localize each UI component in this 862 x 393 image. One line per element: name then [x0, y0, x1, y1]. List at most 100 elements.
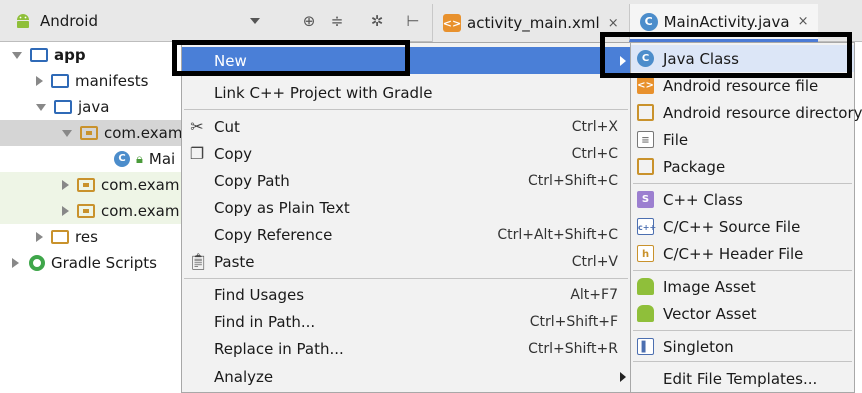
- submenu-item-singleton[interactable]: ▌ Singleton: [631, 333, 854, 360]
- menu-shortcut: Ctrl+Shift+R: [528, 340, 618, 357]
- tree-item-java[interactable]: java: [0, 94, 200, 120]
- file-icon: ≡: [637, 131, 654, 148]
- tree-item-main-activity[interactable]: C 🔒︎ Mai: [0, 146, 200, 172]
- tree-item-res[interactable]: res: [0, 224, 200, 250]
- menu-item-label: Find Usages: [214, 285, 305, 304]
- cpp-header-icon: h: [637, 245, 654, 262]
- menu-item-find-in-path[interactable]: Find in Path... Ctrl+Shift+F: [182, 308, 630, 335]
- tree-item-package[interactable]: com.exam: [0, 172, 200, 198]
- submenu-item-package[interactable]: Package: [631, 153, 854, 180]
- menu-separator: [184, 109, 628, 110]
- submenu-item-file[interactable]: ≡ File: [631, 126, 854, 153]
- menu-item-label: Image Asset: [663, 277, 756, 296]
- sync-target-icon[interactable]: ⊕: [300, 12, 318, 30]
- submenu-item-cpp-source-file[interactable]: c++ C/C++ Source File: [631, 213, 854, 240]
- project-view-selector[interactable]: Android: [4, 6, 268, 36]
- java-class-icon: C: [114, 151, 130, 167]
- menu-item-label: Copy as Plain Text: [214, 198, 350, 217]
- tree-item-label: com.exam: [101, 176, 180, 194]
- menu-item-copy-reference[interactable]: Copy Reference Ctrl+Alt+Shift+C: [182, 221, 630, 248]
- gear-icon[interactable]: ✲: [368, 12, 386, 30]
- menu-item-copy-plain-text[interactable]: Copy as Plain Text: [182, 194, 630, 221]
- submenu-item-edit-file-templates[interactable]: Edit File Templates...: [631, 365, 854, 392]
- collapse-arrow-icon[interactable]: [62, 206, 69, 216]
- scissors-icon: ✂: [190, 116, 204, 136]
- tree-item-package[interactable]: com.exam: [0, 120, 200, 146]
- menu-item-copy-path[interactable]: Copy Path Ctrl+Shift+C: [182, 167, 630, 194]
- collapse-arrow-icon[interactable]: [62, 180, 69, 190]
- gradle-icon: [29, 255, 45, 271]
- tree-item-manifests[interactable]: manifests: [0, 68, 200, 94]
- menu-item-link-cpp[interactable]: Link C++ Project with Gradle: [182, 79, 630, 106]
- submenu-item-image-asset[interactable]: Image Asset: [631, 273, 854, 300]
- menu-item-label: New: [214, 51, 247, 70]
- cpp-class-icon: S: [637, 191, 654, 208]
- menu-item-label: File: [663, 130, 689, 149]
- menu-item-paste[interactable]: 📋︎ Paste Ctrl+V: [182, 248, 630, 275]
- menu-item-analyze[interactable]: Analyze: [182, 363, 630, 390]
- menu-shortcut: Ctrl+Alt+Shift+C: [497, 226, 618, 243]
- submenu-item-android-resource-file[interactable]: <> Android resource file: [631, 72, 854, 99]
- menu-shortcut: Ctrl+Shift+F: [529, 313, 618, 330]
- submenu-arrow-icon: [620, 371, 626, 382]
- java-class-icon: C: [639, 12, 658, 31]
- submenu-item-vector-asset[interactable]: Vector Asset: [631, 300, 854, 327]
- tab-main-activity-java[interactable]: C MainActivity.java ×: [628, 4, 819, 42]
- android-icon: [637, 305, 654, 322]
- folder-icon: [51, 74, 69, 88]
- hide-panel-icon[interactable]: ⊢: [404, 12, 422, 30]
- tree-item-package[interactable]: com.exam: [0, 198, 200, 224]
- menu-item-replace-in-path[interactable]: Replace in Path... Ctrl+Shift+R: [182, 335, 630, 362]
- tree-item-label: java: [78, 98, 110, 116]
- submenu-item-java-class[interactable]: C Java Class: [631, 45, 854, 72]
- paste-icon: 📋︎: [188, 251, 209, 271]
- collapse-icon[interactable]: ≑: [328, 12, 346, 30]
- submenu-item-cpp-header-file[interactable]: h C/C++ Header File: [631, 240, 854, 267]
- close-icon[interactable]: ×: [798, 14, 809, 29]
- submenu-item-cpp-class[interactable]: S C++ Class: [631, 186, 854, 213]
- chevron-down-icon: [250, 18, 260, 24]
- xml-file-icon: <>: [443, 14, 461, 32]
- menu-shortcut: Ctrl+X: [571, 118, 618, 135]
- tree-item-label: com.exam: [104, 124, 183, 142]
- tree-item-app[interactable]: app: [0, 42, 200, 68]
- menu-separator: [633, 330, 852, 331]
- menu-item-label: Copy: [214, 144, 253, 163]
- menu-shortcut: Ctrl+C: [571, 145, 618, 162]
- expand-arrow-icon[interactable]: [36, 103, 46, 111]
- package-icon: [77, 204, 95, 218]
- menu-separator: [633, 361, 852, 362]
- menu-item-label: Java Class: [663, 49, 739, 68]
- tree-item-label: Mai: [148, 150, 176, 168]
- tree-item-label: res: [75, 228, 98, 246]
- package-icon: [80, 126, 98, 140]
- project-tree: app manifests java com.exam C 🔒︎ Mai com…: [0, 42, 200, 393]
- collapse-arrow-icon[interactable]: [12, 258, 19, 268]
- package-icon: [77, 178, 95, 192]
- expand-arrow-icon[interactable]: [62, 129, 72, 137]
- lock-icon: 🔒︎: [136, 151, 143, 167]
- menu-item-copy[interactable]: ❐ Copy Ctrl+C: [182, 140, 630, 167]
- menu-item-new[interactable]: New: [182, 47, 630, 74]
- menu-item-cut[interactable]: ✂ Cut Ctrl+X: [182, 113, 630, 140]
- project-view-label: Android: [40, 12, 98, 30]
- android-icon: [17, 14, 29, 28]
- tab-label: MainActivity.java: [663, 12, 790, 31]
- menu-item-label: Vector Asset: [663, 304, 757, 323]
- tree-item-gradle-scripts[interactable]: Gradle Scripts: [0, 250, 200, 276]
- menu-separator: [184, 278, 628, 279]
- submenu-item-android-resource-directory[interactable]: Android resource directory: [631, 99, 862, 126]
- context-menu: New Link C++ Project with Gradle ✂ Cut C…: [181, 42, 631, 393]
- menu-item-find-usages[interactable]: Find Usages Alt+F7: [182, 281, 630, 308]
- close-icon[interactable]: ×: [608, 16, 619, 31]
- menu-item-label: Singleton: [663, 337, 734, 356]
- collapse-arrow-icon[interactable]: [36, 76, 43, 86]
- java-class-icon: C: [637, 50, 654, 67]
- singleton-icon: ▌: [637, 338, 654, 355]
- tab-activity-main-xml[interactable]: <> activity_main.xml ×: [432, 4, 629, 42]
- collapse-arrow-icon[interactable]: [36, 232, 43, 242]
- expand-arrow-icon[interactable]: [12, 51, 22, 59]
- cpp-source-icon: c++: [637, 218, 656, 235]
- menu-item-label: C/C++ Header File: [663, 244, 804, 263]
- resource-folder-icon: [51, 230, 69, 244]
